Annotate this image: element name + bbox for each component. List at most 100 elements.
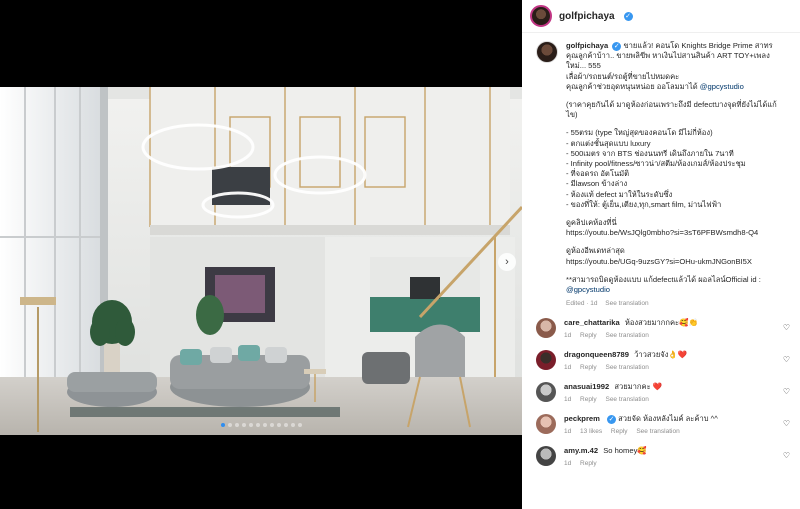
commenter-avatar[interactable] (536, 350, 556, 371)
comment-meta: 1d Reply See translation (564, 363, 790, 373)
caption-meta: Edited · 1d See translation (566, 299, 777, 309)
author-avatar[interactable] (530, 5, 552, 27)
feature-line: - ห้องแท้ defect มาให้ในระดับซึ่ง (566, 189, 673, 199)
verified-badge-icon: ✓ (612, 41, 622, 51)
comment-likes[interactable]: 13 likes (580, 428, 602, 435)
reply-button[interactable]: Reply (580, 364, 597, 371)
carousel-dot (248, 423, 253, 427)
feature-line: - ของที่ให้: ตู้เย็น,เตียง,ทุก,smart fil… (566, 199, 722, 209)
mention-link[interactable]: @gpcystudio (700, 82, 744, 91)
author-username[interactable]: golfpichaya (559, 11, 615, 22)
edited-label: Edited · 1d (566, 300, 598, 308)
commenter-username[interactable]: anasuai1992 (564, 382, 609, 391)
comment-time: 1d (564, 364, 572, 372)
comment-row: dragonqueen8789 ว้าวสวยจัง👌❤️ 1d Reply S… (536, 350, 790, 373)
comment-time: 1d (564, 332, 572, 340)
feature-line: - Infinity pool/fitness/ซาวน่า/สตีม/ห้อง… (566, 159, 746, 169)
caption-line: (ราคาคุยกันได้ มาดูห้องก่อนเพราะถึงมี de… (566, 100, 777, 110)
carousel-dot (227, 423, 232, 427)
comment-meta: 1d 13 likes Reply See translation (564, 427, 790, 437)
comment-time: 1d (564, 396, 572, 404)
comment-row: care_chattarika ห้องสวยมากกคะ🥰👏 1d Reply… (536, 318, 790, 341)
comments-scroll[interactable]: golfpichaya ✓ ขายแล้ว! คอนโด Knights Bri… (522, 33, 800, 509)
post-photo[interactable] (0, 87, 522, 435)
caption-line: ขายแล้ว! คอนโด Knights Bridge Prime สาทร (623, 41, 773, 50)
verified-badge-icon: ✓ (607, 414, 617, 424)
commenter-avatar[interactable] (536, 382, 556, 403)
heart-outline-icon[interactable]: ♡ (783, 451, 790, 460)
carousel-dot (220, 423, 225, 427)
reply-button[interactable]: Reply (580, 332, 597, 339)
carousel-next-button[interactable]: › (498, 253, 516, 271)
feature-line: - 55ตรม (type ใหญ่สุดของคอนโด มีไม่กี่ห้… (566, 128, 713, 138)
post-modal: › golfpichaya ✓ golfpichaya ✓ ขายแล้ว! ค… (0, 0, 800, 509)
comment-row: anasuai1992 สวยมากคะ ❤️ 1d Reply See tra… (536, 382, 790, 405)
post-sidebar: golfpichaya ✓ golfpichaya ✓ ขายแล้ว! คอน… (522, 0, 800, 509)
feature-line: - ที่จอดรถ อัตโนมัติ (566, 169, 630, 179)
see-translation-link[interactable]: See translation (636, 428, 679, 435)
caption-line: เลื่อผ้า/รถยนต์/รถตู้ที่ขายไปหมดคะ (566, 71, 680, 81)
caption-line: ไข) (566, 110, 578, 120)
link-label: ดูห้องอีพเดทล่าสุด (566, 246, 625, 256)
carousel-dot (290, 423, 295, 427)
commenter-avatar[interactable] (536, 318, 556, 339)
comment-text: ห้องสวยมากกคะ🥰👏 (624, 318, 699, 328)
caption-line-text: คุณลูกค้าช่วยอุดหนุนหน่อย ออโลมมาได้ (566, 81, 698, 91)
mention-link[interactable]: @gpcystudio (566, 285, 777, 295)
heart-outline-icon[interactable]: ♡ (783, 323, 790, 332)
reply-button[interactable]: Reply (580, 460, 597, 467)
caption-line: คุณลูกค้าบ้าา.. ขายพลิขีพ หาเงินไปสานสิน… (566, 51, 770, 61)
comment-time: 1d (564, 460, 572, 468)
comment-meta: 1d Reply See translation (564, 395, 790, 405)
heart-outline-icon[interactable]: ♡ (783, 419, 790, 428)
feature-line: - 500เมตร จาก BTS ช่องนนทรี เดินถึงภายใน… (566, 148, 734, 158)
carousel-dot (241, 423, 246, 427)
comment-text: So homey🥰 (603, 446, 647, 456)
caption-author-avatar[interactable] (536, 41, 558, 63)
comment-text: สวยมากคะ ❤️ (614, 382, 663, 392)
comment-meta: 1d Reply See translation (564, 331, 790, 341)
heart-outline-icon[interactable]: ♡ (783, 355, 790, 364)
caption-username[interactable]: golfpichaya (566, 41, 608, 50)
comment-row: peckprem ✓ สวยจัด ห้องหลังไมค์ ละค้าบ ^^… (536, 414, 790, 437)
verified-badge-icon: ✓ (623, 11, 633, 21)
comment-row: amy.m.42 So homey🥰 1d Reply ♡ (536, 446, 790, 469)
caption-line: ใหม่... 555 (566, 61, 601, 71)
commenter-avatar[interactable] (536, 414, 556, 435)
see-translation-link[interactable]: See translation (605, 300, 648, 307)
commenter-username[interactable]: peckprem (564, 414, 600, 423)
see-translation-link[interactable]: See translation (605, 364, 648, 371)
feature-line: - มีlawson ข้างล่าง (566, 179, 628, 189)
commenter-username[interactable]: dragonqueen8789 (564, 350, 629, 359)
comment-body: care_chattarika ห้องสวยมากกคะ🥰👏 1d Reply… (564, 318, 790, 341)
youtube-link-2[interactable]: https://youtu.be/UGq-9uzsGY?si=OHu-ukmJN… (566, 257, 777, 267)
see-translation-link[interactable]: See translation (605, 396, 648, 403)
comment-body: amy.m.42 So homey🥰 1d Reply (564, 446, 790, 469)
caption: golfpichaya ✓ ขายแล้ว! คอนโด Knights Bri… (536, 41, 790, 309)
reply-button[interactable]: Reply (611, 428, 628, 435)
carousel-dot (297, 423, 302, 427)
commenter-username[interactable]: care_chattarika (564, 318, 620, 327)
comment-body: peckprem ✓ สวยจัด ห้องหลังไมค์ ละค้าบ ^^… (564, 414, 790, 437)
carousel-dots (0, 423, 522, 427)
caption-line: **สามารถบิดดูห้องแบบ แก้defectแล้วได้ ผอ… (566, 274, 761, 284)
feature-line: - ตกแต่งชั้นสุดแบบ luxury (566, 138, 651, 148)
carousel-dot (283, 423, 288, 427)
comment-meta: 1d Reply (564, 459, 790, 469)
carousel-dot (255, 423, 260, 427)
see-translation-link[interactable]: See translation (605, 332, 648, 339)
chevron-right-icon: › (505, 256, 509, 268)
interior-photo (0, 87, 522, 435)
youtube-link-1[interactable]: https://youtu.be/WsJQlg0mbho?si=3sT6PFBW… (566, 228, 777, 238)
heart-outline-icon[interactable]: ♡ (783, 387, 790, 396)
comment-body: anasuai1992 สวยมากคะ ❤️ 1d Reply See tra… (564, 382, 790, 405)
link-label: ดูคลิปเคห้องที่นี่ (566, 218, 617, 228)
comment-body: dragonqueen8789 ว้าวสวยจัง👌❤️ 1d Reply S… (564, 350, 790, 373)
commenter-username[interactable]: amy.m.42 (564, 446, 598, 455)
carousel-dot (262, 423, 267, 427)
reply-button[interactable]: Reply (580, 396, 597, 403)
carousel-dot (276, 423, 281, 427)
commenter-avatar[interactable] (536, 446, 556, 467)
comment-text: สวยจัด ห้องหลังไมค์ ละค้าบ ^^ (618, 414, 718, 424)
caption-body: golfpichaya ✓ ขายแล้ว! คอนโด Knights Bri… (566, 41, 777, 309)
